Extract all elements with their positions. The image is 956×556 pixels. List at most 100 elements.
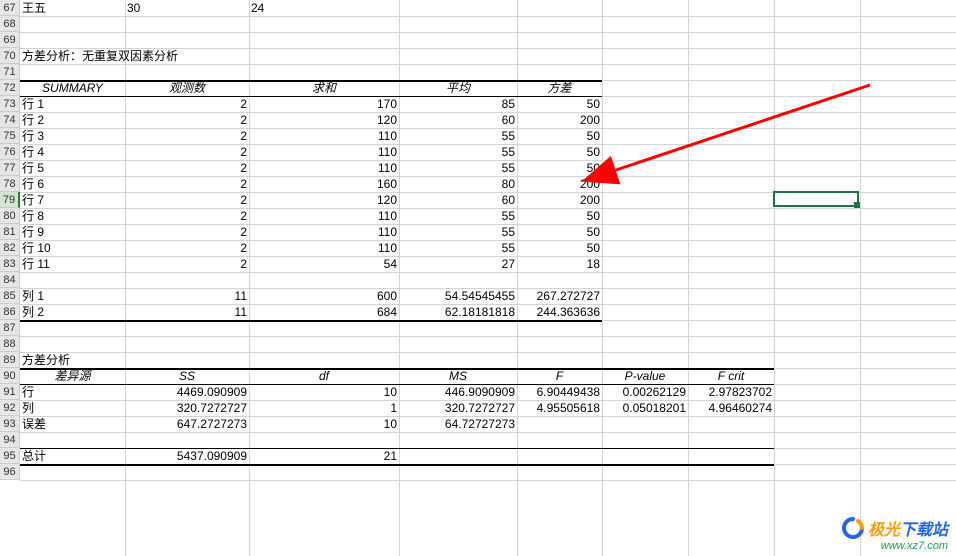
summary-sum[interactable]: 160: [249, 176, 399, 192]
summary-n[interactable]: 2: [125, 208, 249, 224]
row-header[interactable]: 85: [0, 288, 20, 304]
anova-ss[interactable]: 647.2727273: [125, 416, 249, 432]
col-var[interactable]: 267.272727: [517, 288, 602, 304]
row-header[interactable]: 94: [0, 432, 20, 448]
summary-sum[interactable]: 110: [249, 160, 399, 176]
summary-row-label[interactable]: 行 4: [20, 144, 125, 160]
row-header[interactable]: 79: [0, 192, 20, 208]
row-header[interactable]: 71: [0, 64, 20, 80]
anova-df[interactable]: 10: [249, 416, 399, 432]
summary-avg[interactable]: 55: [399, 128, 517, 144]
row-header[interactable]: 81: [0, 224, 20, 240]
summary-header[interactable]: 方差: [517, 80, 602, 96]
summary-row-label[interactable]: 行 9: [20, 224, 125, 240]
anova-header[interactable]: P-value: [602, 368, 688, 384]
anova-total-ss[interactable]: 5437.090909: [125, 448, 249, 464]
row-header[interactable]: 76: [0, 144, 20, 160]
col-avg[interactable]: 62.18181818: [399, 304, 517, 320]
summary-avg[interactable]: 55: [399, 160, 517, 176]
summary-n[interactable]: 2: [125, 176, 249, 192]
row-header[interactable]: 80: [0, 208, 20, 224]
anova-df[interactable]: 10: [249, 384, 399, 400]
col-sum[interactable]: 684: [249, 304, 399, 320]
summary-row-label[interactable]: 行 6: [20, 176, 125, 192]
summary-avg[interactable]: 27: [399, 256, 517, 272]
anova-total-df[interactable]: 21: [249, 448, 399, 464]
summary-row-label[interactable]: 行 3: [20, 128, 125, 144]
summary-row-label[interactable]: 行 11: [20, 256, 125, 272]
summary-sum[interactable]: 170: [249, 96, 399, 112]
anova-src[interactable]: 误差: [20, 416, 125, 432]
summary-header[interactable]: 观测数: [125, 80, 249, 96]
summary-row-label[interactable]: 行 2: [20, 112, 125, 128]
anova-header[interactable]: F crit: [688, 368, 774, 384]
anova-src[interactable]: 行: [20, 384, 125, 400]
col-sum[interactable]: 600: [249, 288, 399, 304]
summary-avg[interactable]: 60: [399, 112, 517, 128]
col-var[interactable]: 244.363636: [517, 304, 602, 320]
row-header[interactable]: 82: [0, 240, 20, 256]
anova-total-label[interactable]: 总计: [20, 448, 125, 464]
summary-avg[interactable]: 55: [399, 144, 517, 160]
spreadsheet[interactable]: 6768697071727374757677787980818283848586…: [0, 0, 956, 556]
summary-var[interactable]: 18: [517, 256, 602, 272]
row-header[interactable]: 69: [0, 32, 20, 48]
summary-header[interactable]: 求和: [249, 80, 399, 96]
anova-header[interactable]: SS: [125, 368, 249, 384]
anova-title[interactable]: 方差分析：无重复双因素分析: [20, 48, 125, 64]
summary-sum[interactable]: 120: [249, 112, 399, 128]
summary-sum[interactable]: 120: [249, 192, 399, 208]
anova-fcrit[interactable]: 4.96460274: [688, 400, 774, 416]
anova-header[interactable]: F: [517, 368, 602, 384]
anova-ss[interactable]: 4469.090909: [125, 384, 249, 400]
anova-p[interactable]: 0.00262129: [602, 384, 688, 400]
anova-p[interactable]: 0.05018201: [602, 400, 688, 416]
summary-avg[interactable]: 55: [399, 208, 517, 224]
summary-sum[interactable]: 110: [249, 144, 399, 160]
row-header[interactable]: 68: [0, 16, 20, 32]
summary-n[interactable]: 2: [125, 128, 249, 144]
row-header[interactable]: 95: [0, 448, 20, 464]
row-header[interactable]: 73: [0, 96, 20, 112]
summary-n[interactable]: 2: [125, 224, 249, 240]
row-header[interactable]: 83: [0, 256, 20, 272]
summary-sum[interactable]: 110: [249, 128, 399, 144]
anova-f[interactable]: 4.95505618: [517, 400, 602, 416]
summary-avg[interactable]: 80: [399, 176, 517, 192]
summary-n[interactable]: 2: [125, 256, 249, 272]
summary-n[interactable]: 2: [125, 112, 249, 128]
anova-header[interactable]: 差异源: [20, 368, 125, 384]
summary-var[interactable]: 50: [517, 96, 602, 112]
anova-ms[interactable]: 446.9090909: [399, 384, 517, 400]
summary-row-label[interactable]: 行 1: [20, 96, 125, 112]
summary-avg[interactable]: 60: [399, 192, 517, 208]
summary-n[interactable]: 2: [125, 96, 249, 112]
row-header[interactable]: 89: [0, 352, 20, 368]
row-header[interactable]: 72: [0, 80, 20, 96]
row-header[interactable]: 87: [0, 320, 20, 336]
row-header[interactable]: 86: [0, 304, 20, 320]
anova-src[interactable]: 列: [20, 400, 125, 416]
summary-var[interactable]: 50: [517, 128, 602, 144]
summary-avg[interactable]: 55: [399, 240, 517, 256]
summary-avg[interactable]: 85: [399, 96, 517, 112]
anova-ms[interactable]: 64.72727273: [399, 416, 517, 432]
col-n[interactable]: 11: [125, 288, 249, 304]
summary-n[interactable]: 2: [125, 144, 249, 160]
row-header[interactable]: 91: [0, 384, 20, 400]
cell-name[interactable]: 王五: [20, 0, 125, 16]
summary-row-label[interactable]: 行 8: [20, 208, 125, 224]
summary-var[interactable]: 50: [517, 160, 602, 176]
summary-var[interactable]: 50: [517, 224, 602, 240]
col-row-label[interactable]: 列 2: [20, 304, 125, 320]
summary-var[interactable]: 200: [517, 112, 602, 128]
summary-n[interactable]: 2: [125, 240, 249, 256]
summary-sum[interactable]: 110: [249, 240, 399, 256]
summary-var[interactable]: 200: [517, 192, 602, 208]
summary-var[interactable]: 200: [517, 176, 602, 192]
anova-header[interactable]: df: [249, 368, 399, 384]
summary-row-label[interactable]: 行 7: [20, 192, 125, 208]
anova-ms[interactable]: 320.7272727: [399, 400, 517, 416]
summary-var[interactable]: 50: [517, 144, 602, 160]
summary-var[interactable]: 50: [517, 240, 602, 256]
